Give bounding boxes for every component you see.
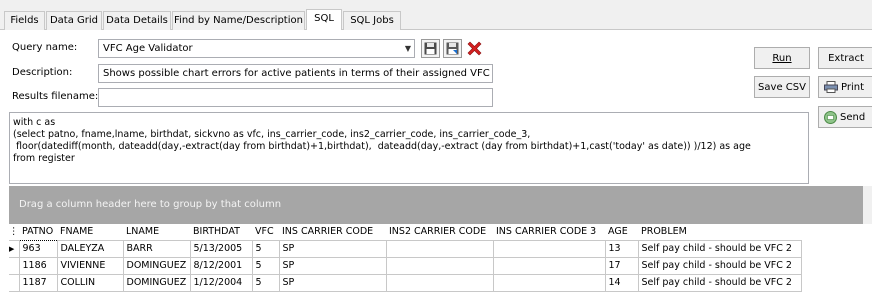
table-cell[interactable]: DALEYZA — [56, 239, 124, 258]
tab-sql-jobs[interactable]: SQL Jobs — [343, 11, 401, 30]
table-cell[interactable]: 14 — [604, 273, 639, 292]
results-filename-label: Results filename: — [12, 91, 99, 102]
column-header-problem[interactable]: PROBLEM — [638, 224, 801, 240]
table-cell[interactable] — [385, 239, 494, 258]
floppy-save-as-icon — [446, 42, 459, 55]
send-button[interactable]: Send — [818, 106, 872, 128]
table-cell[interactable]: DOMINGUEZ — [122, 256, 191, 275]
tab-sql[interactable]: SQL — [306, 9, 342, 31]
group-by-hint: Drag a column header here to group by th… — [19, 199, 282, 210]
extract-button-label: Extract — [828, 52, 864, 64]
current-row-indicator-icon: ▶ — [9, 239, 20, 258]
save-as-query-button[interactable] — [443, 39, 462, 58]
table-row[interactable]: 1186 VIVIENNE DOMINGUEZ 8/12/2001 5 SP 1… — [9, 256, 802, 275]
print-button[interactable]: Print — [818, 76, 872, 98]
table-cell[interactable] — [385, 256, 494, 275]
column-header-ins2-carrier-code[interactable]: INS2 CARRIER CODE — [386, 224, 493, 240]
save-csv-button[interactable]: Save CSV — [754, 76, 810, 98]
column-chooser-icon[interactable]: ⋮ — [9, 224, 19, 240]
row-indicator — [9, 256, 20, 275]
query-name-select[interactable]: VFC Age Validator ▼ — [98, 39, 415, 58]
table-row[interactable]: ▶ 963 DALEYZA BARR 5/13/2005 5 SP 13 Sel… — [9, 239, 802, 258]
table-cell[interactable]: SP — [278, 256, 387, 275]
tab-data-grid[interactable]: Data Grid — [46, 11, 102, 30]
send-mail-icon — [824, 110, 837, 124]
table-cell[interactable]: Self pay child - should be VFC 2 — [637, 273, 802, 292]
run-button-label: Run — [772, 52, 792, 64]
grid-header-row: ⋮ PATNO FNAME LNAME BIRTHDAT VFC INS CAR… — [9, 224, 801, 240]
table-cell[interactable]: SP — [278, 273, 387, 292]
save-query-button[interactable] — [421, 39, 440, 58]
table-cell[interactable]: 1/12/2004 — [189, 273, 253, 292]
table-cell[interactable]: 963 — [18, 239, 58, 258]
table-cell[interactable]: 5 — [251, 273, 280, 292]
table-cell[interactable]: VIVIENNE — [56, 256, 124, 275]
column-header-birthdat[interactable]: BIRTHDAT — [190, 224, 252, 240]
extract-button[interactable]: Extract — [818, 47, 872, 69]
description-input[interactable]: Shows possible chart errors for active p… — [98, 64, 493, 83]
table-cell[interactable]: 1186 — [18, 256, 58, 275]
floppy-disk-icon — [424, 42, 437, 55]
table-cell[interactable]: Self pay child - should be VFC 2 — [637, 239, 802, 258]
table-row[interactable]: 1187 COLLIN DOMINGUEZ 1/12/2004 5 SP 14 … — [9, 273, 802, 292]
table-cell[interactable]: 1187 — [18, 273, 58, 292]
table-cell[interactable]: Self pay child - should be VFC 2 — [637, 256, 802, 275]
red-x-icon — [467, 41, 482, 56]
tab-data-details[interactable]: Data Details — [103, 11, 171, 30]
results-grid[interactable]: ⋮ PATNO FNAME LNAME BIRTHDAT VFC INS CAR… — [9, 224, 872, 295]
delete-query-button[interactable] — [465, 39, 484, 58]
column-header-patno[interactable]: PATNO — [19, 224, 57, 240]
save-csv-button-label: Save CSV — [758, 81, 806, 93]
sql-panel: Query name: VFC Age Validator ▼ Descript… — [0, 30, 872, 295]
table-cell[interactable]: SP — [278, 239, 387, 258]
table-cell[interactable] — [492, 273, 606, 292]
printer-icon — [824, 81, 838, 93]
table-cell[interactable]: 13 — [604, 239, 639, 258]
query-name-label: Query name: — [12, 42, 78, 53]
tab-find-by-name[interactable]: Find by Name/Description — [172, 11, 305, 30]
send-button-label: Send — [840, 111, 866, 123]
table-cell[interactable] — [385, 273, 494, 292]
table-cell[interactable]: COLLIN — [56, 273, 124, 292]
column-header-vfc[interactable]: VFC — [252, 224, 279, 240]
sql-editor[interactable]: with c as (select patno, fname,lname, bi… — [9, 112, 809, 184]
results-filename-input[interactable] — [98, 88, 493, 107]
table-cell[interactable]: 5/13/2005 — [189, 239, 253, 258]
tab-fields[interactable]: Fields — [4, 11, 45, 30]
print-button-label: Print — [841, 81, 865, 93]
table-cell[interactable]: 8/12/2001 — [189, 256, 253, 275]
column-header-ins-carrier-code-3[interactable]: INS CARRIER CODE 3 — [493, 224, 605, 240]
chevron-down-icon[interactable]: ▼ — [405, 40, 411, 57]
row-indicator — [9, 273, 20, 292]
tab-bar: Fields Data Grid Data Details Find by Na… — [0, 0, 872, 31]
table-cell[interactable]: DOMINGUEZ — [122, 273, 191, 292]
table-cell[interactable]: 5 — [251, 239, 280, 258]
column-header-age[interactable]: AGE — [605, 224, 638, 240]
table-cell[interactable]: 17 — [604, 256, 639, 275]
description-label: Description: — [12, 67, 73, 78]
run-button[interactable]: Run — [754, 47, 810, 69]
column-header-ins-carrier-code[interactable]: INS CARRIER CODE — [279, 224, 386, 240]
table-cell[interactable] — [492, 239, 606, 258]
group-by-panel[interactable]: Drag a column header here to group by th… — [9, 186, 872, 224]
query-name-value: VFC Age Validator — [103, 43, 193, 54]
table-cell[interactable]: 5 — [251, 256, 280, 275]
table-cell[interactable]: BARR — [122, 239, 191, 258]
column-header-lname[interactable]: LNAME — [123, 224, 190, 240]
table-cell[interactable] — [492, 256, 606, 275]
column-header-fname[interactable]: FNAME — [57, 224, 123, 240]
